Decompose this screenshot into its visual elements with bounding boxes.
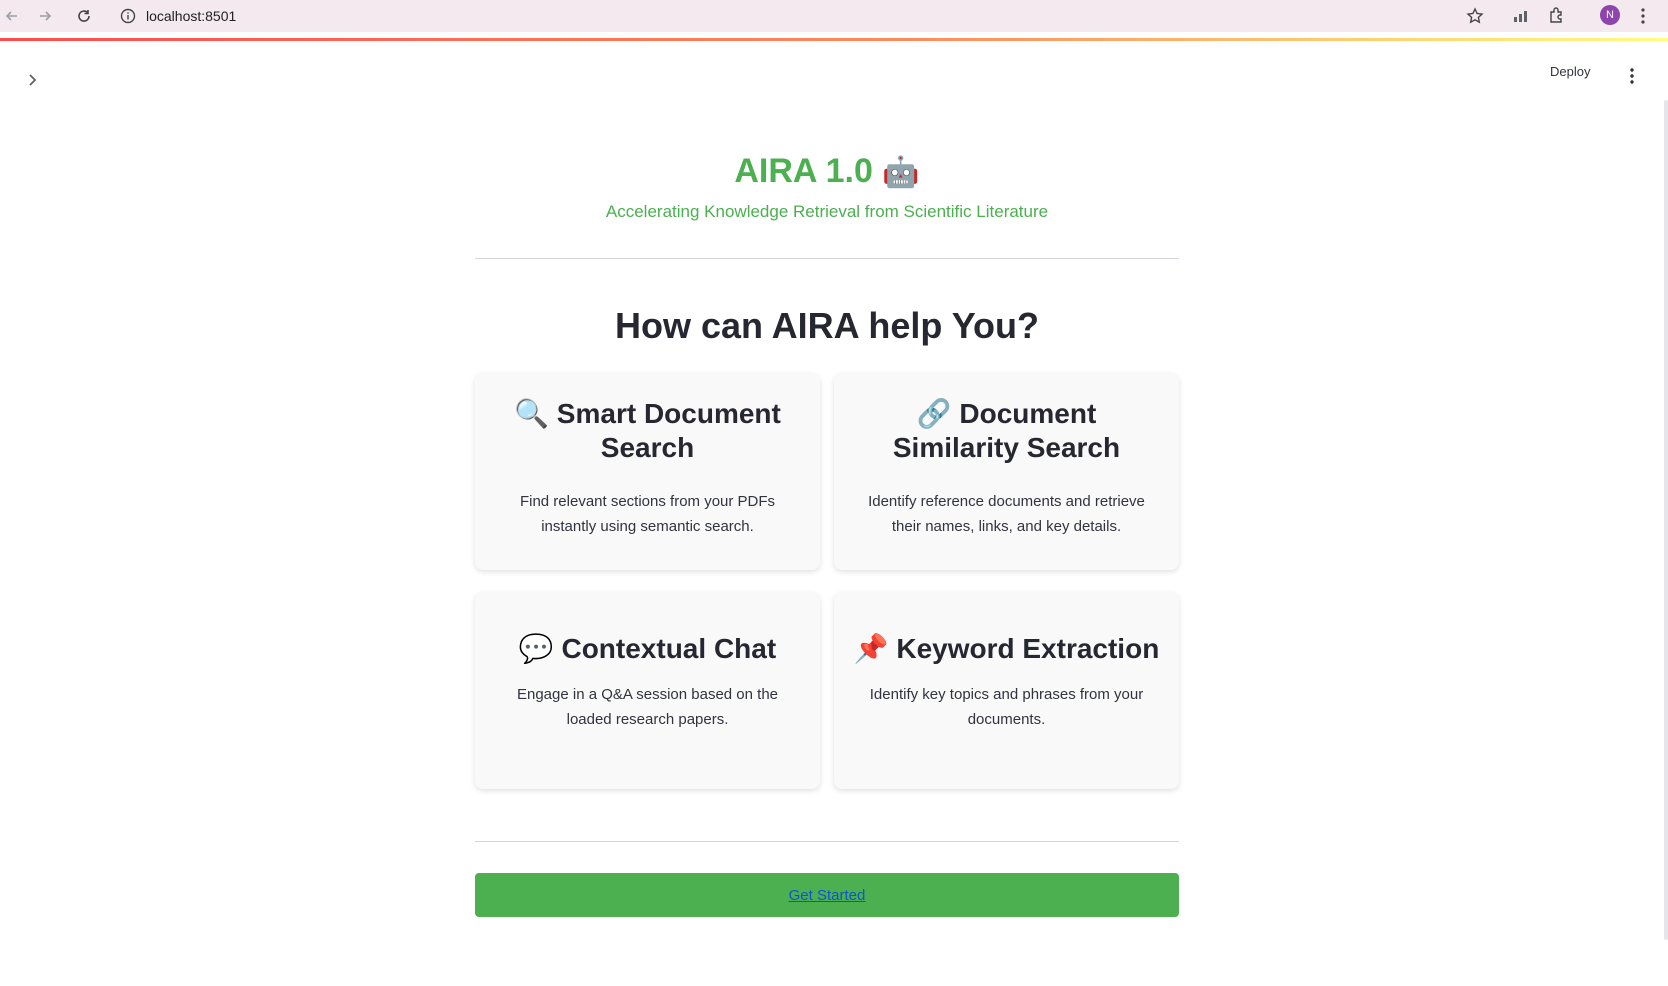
app-title: AIRA 1.0 🤖 <box>475 150 1179 192</box>
get-started-button[interactable]: Get Started <box>475 873 1179 917</box>
speech-bubble-icon: 💬 <box>518 633 554 664</box>
get-started-link[interactable]: Get Started <box>789 887 866 904</box>
star-icon[interactable] <box>1466 7 1484 30</box>
feature-card-title: 💬 Contextual Chat <box>493 632 802 666</box>
performance-icon[interactable] <box>1512 7 1530 30</box>
puzzle-icon[interactable] <box>1548 6 1566 29</box>
feature-card-smart-search: 🔍 Smart Document Search Find relevant se… <box>475 373 820 570</box>
profile-avatar[interactable]: N <box>1600 5 1620 25</box>
feature-card-title: 🔗 Document Similarity Search <box>852 397 1161 465</box>
feature-grid: 🔍 Smart Document Search Find relevant se… <box>475 373 1179 789</box>
feature-card-title-text: Contextual Chat <box>561 633 777 664</box>
chevron-right-icon[interactable] <box>22 70 42 90</box>
feature-card-description: Identify reference documents and retriev… <box>868 493 1145 535</box>
browser-toolbar: localhost:8501 N <box>0 0 1668 32</box>
pushpin-icon: 📌 <box>853 633 889 664</box>
section-heading: How can AIRA help You? <box>614 305 1040 346</box>
feature-card-keyword-extraction: 📌 Keyword Extraction Identify key topics… <box>834 592 1179 789</box>
main-content: AIRA 1.0 🤖 Accelerating Knowledge Retrie… <box>475 150 1179 917</box>
feature-card-title: 📌 Keyword Extraction <box>852 632 1161 666</box>
kebab-menu-icon[interactable] <box>1624 66 1640 86</box>
robot-icon: 🤖 <box>882 156 920 189</box>
feature-card-description: Engage in a Q&A session based on the loa… <box>516 686 779 728</box>
magnifier-icon: 🔍 <box>514 398 550 429</box>
deploy-button[interactable]: Deploy <box>1550 64 1590 79</box>
scrollbar[interactable] <box>1664 100 1668 940</box>
divider <box>475 258 1179 259</box>
feature-card-title-text: Smart Document Search <box>556 398 781 463</box>
url-text[interactable]: localhost:8501 <box>146 8 236 24</box>
feature-card-title: 🔍 Smart Document Search <box>493 397 802 465</box>
arrow-left-icon[interactable] <box>0 4 24 28</box>
feature-card-similarity-search: 🔗 Document Similarity Search Identify re… <box>834 373 1179 570</box>
link-icon: 🔗 <box>916 398 952 429</box>
feature-card-description: Find relevant sections from your PDFs in… <box>519 493 776 535</box>
divider <box>475 841 1179 842</box>
kebab-icon[interactable] <box>1640 7 1646 30</box>
app-subtitle: Accelerating Knowledge Retrieval from Sc… <box>605 202 1049 221</box>
feature-card-description: Identify key topics and phrases from you… <box>869 686 1144 728</box>
page-loading-bar <box>0 38 1668 41</box>
feature-card-title-text: Keyword Extraction <box>896 633 1160 664</box>
app-title-text: AIRA 1.0 <box>734 152 873 190</box>
arrow-right-icon[interactable] <box>33 4 57 28</box>
address-bar[interactable]: localhost:8501 <box>110 1 1496 31</box>
feature-card-contextual-chat: 💬 Contextual Chat Engage in a Q&A sessio… <box>475 592 820 789</box>
reload-icon[interactable] <box>72 4 96 28</box>
info-icon[interactable] <box>120 8 136 29</box>
